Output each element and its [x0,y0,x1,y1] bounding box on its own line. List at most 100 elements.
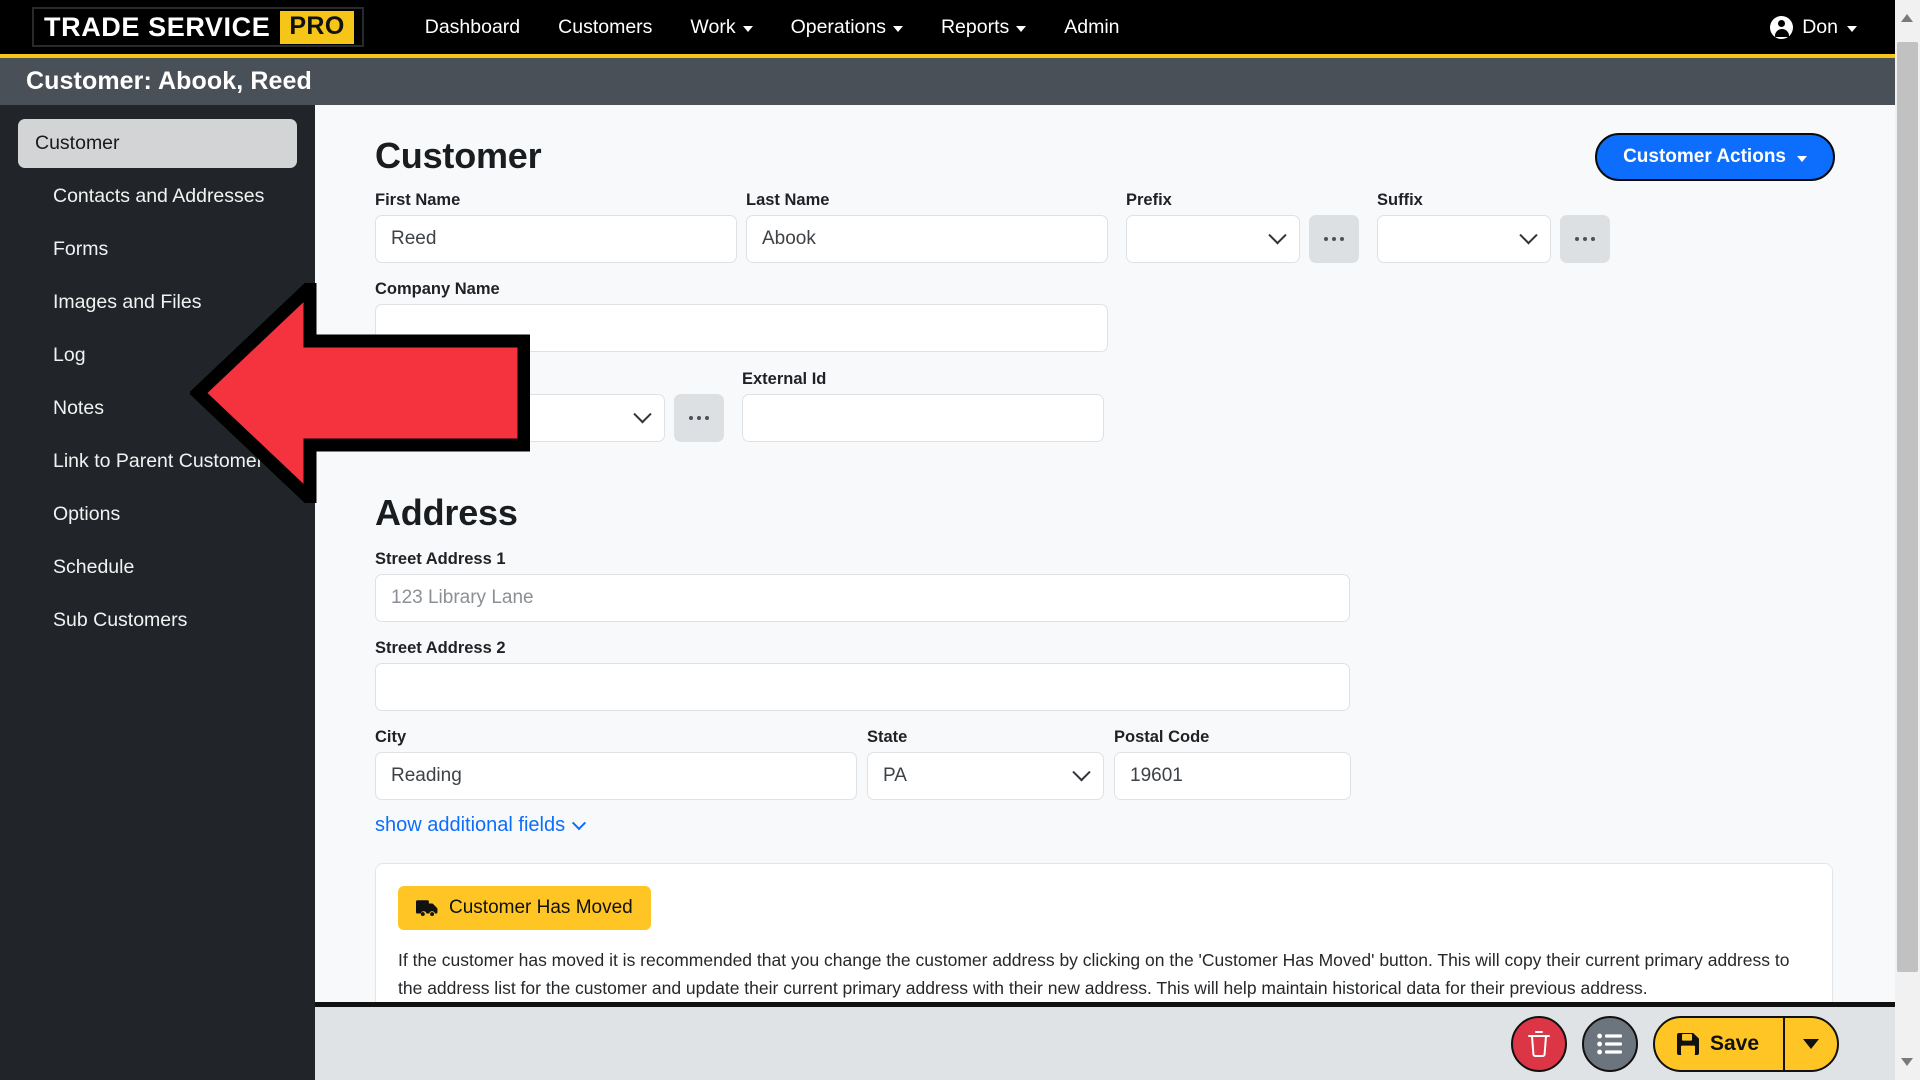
ellipsis-icon [1323,236,1329,242]
prefix-more-button[interactable] [1309,215,1359,263]
page-titlebar: Customer: Abook, Reed [0,58,1895,105]
sidebar-item-images-and-files[interactable]: Images and Files [18,278,297,327]
brand-name: TRADE SERVICE [44,11,271,42]
company-name-group: Company Name [375,280,1108,352]
chevron-down-icon [1519,225,1538,244]
ellipsis-icon [696,415,702,421]
sidebar-item-sub-customers[interactable]: Sub Customers [18,596,297,645]
nav-link-label: Dashboard [424,15,521,38]
sidebar-item-label: Contacts and Addresses [53,185,265,207]
delete-button[interactable] [1510,1015,1567,1072]
state-select-value: PA [883,765,907,786]
ellipsis-icon [1590,236,1596,242]
external-id-input[interactable] [742,394,1104,442]
ellipsis-icon [1582,236,1588,242]
street1-group: Street Address 1 [375,550,1350,622]
prefix-label: Prefix [1126,191,1172,209]
suffix-select[interactable] [1377,215,1551,263]
last-name-input[interactable] [746,215,1108,263]
sidebar-item-schedule[interactable]: Schedule [18,543,297,592]
nav-link-reports[interactable]: Reports [922,8,1045,47]
nav-link-label: Reports [940,15,1010,38]
sidebar-item-label: Sub Customers [53,609,188,631]
chevron-down-icon [1797,155,1807,162]
top-navbar: TRADE SERVICE PRO Dashboard Customers Work… [0,0,1895,58]
customer-type-more-button[interactable] [674,394,724,442]
floppy-save-icon [1676,1032,1699,1055]
sidebar-item-label: Customer [35,132,120,154]
chevron-down-icon [572,815,587,830]
nav-link-label: Work [690,15,736,38]
customer-type-select[interactable] [375,394,665,442]
ellipsis-icon [1574,236,1580,242]
chevron-down-icon [742,25,753,32]
show-additional-fields-toggle[interactable]: show additional fields [375,814,587,837]
last-name-label: Last Name [746,191,830,209]
scrollbar-thumb[interactable] [1897,42,1918,972]
user-menu[interactable]: Don [1770,15,1857,39]
sidebar-item-options[interactable]: Options [18,490,297,539]
nav-links: Dashboard Customers Work Operations Reports A… [406,8,1139,47]
suffix-more-button[interactable] [1560,215,1610,263]
customer-has-moved-label: Customer Has Moved [449,897,633,918]
sidebar-item-log[interactable]: Log [18,331,297,380]
caret-down-icon [1803,1038,1819,1049]
sidebar-nav: Customer Contacts and Addresses Forms Image… [0,105,315,1080]
customer-has-moved-card: Customer Has Moved If the customer has m… [375,863,1833,1002]
customer-actions-label: Customer Actions [1623,146,1786,167]
street-address-1-label: Street Address 1 [375,550,506,568]
user-menu-label: Don [1802,15,1838,38]
save-dropdown-button[interactable] [1783,1017,1837,1070]
customer-has-moved-button[interactable]: Customer Has Moved [398,886,651,930]
sidebar-item-customer[interactable]: Customer [18,119,297,168]
save-button-label: Save [1709,1031,1759,1055]
nav-link-customers[interactable]: Customers [539,8,671,47]
nav-link-admin[interactable]: Admin [1045,8,1138,47]
sidebar-item-contacts-and-addresses[interactable]: Contacts and Addresses [18,172,297,221]
sidebar-item-link-to-parent-customer[interactable]: Link to Parent Customer [18,437,297,486]
save-button[interactable]: Save [1655,1018,1783,1070]
trash-icon [1527,1030,1550,1057]
chevron-down-icon [1268,225,1287,244]
city-label: City [375,728,407,746]
list-view-button[interactable] [1581,1015,1638,1072]
nav-link-label: Operations [790,15,886,38]
sidebar-item-forms[interactable]: Forms [18,225,297,274]
prefix-select[interactable] [1126,215,1300,263]
nav-link-label: Customers [558,15,653,38]
sidebar-item-label: Images and Files [53,291,202,313]
truck-icon [416,899,438,916]
street-address-2-input[interactable] [375,663,1350,711]
brand-pro-badge: PRO [280,10,354,44]
state-label: State [867,728,908,746]
suffix-label: Suffix [1377,191,1423,209]
page-title: Customer: Abook, Reed [26,67,312,95]
brand-logo[interactable]: TRADE SERVICE PRO [32,7,364,47]
page-scrollbar[interactable] [1895,0,1920,1080]
main-content: Customer Actions Customer First Name Las… [315,105,1895,1002]
city-input[interactable] [375,752,857,800]
list-icon [1597,1033,1622,1054]
customer-has-moved-description: If the customer has moved it is recommen… [398,950,1790,999]
company-name-input[interactable] [375,304,1108,352]
nav-link-work[interactable]: Work [671,8,771,47]
bottom-action-bar: Save [315,1002,1895,1080]
sidebar-item-notes[interactable]: Notes [18,384,297,433]
show-additional-fields-label: show additional fields [375,814,566,836]
save-button-group[interactable]: Save [1652,1015,1839,1072]
chevron-down-icon [633,404,652,423]
external-id-label: External Id [742,370,827,388]
postal-code-input[interactable] [1114,752,1351,800]
nav-link-operations[interactable]: Operations [772,8,922,47]
state-select[interactable]: PA [867,752,1104,800]
street-address-1-input[interactable] [375,574,1350,622]
sidebar-item-label: Notes [53,397,104,419]
address-section-heading: Address [375,492,518,533]
sidebar-item-label: Log [53,344,86,366]
scroll-up-arrow-icon[interactable] [1901,14,1913,22]
scroll-down-arrow-icon[interactable] [1901,1058,1913,1066]
nav-link-dashboard[interactable]: Dashboard [406,8,539,47]
first-name-input[interactable] [375,215,737,263]
ellipsis-icon [704,415,710,421]
customer-actions-button[interactable]: Customer Actions [1595,133,1835,181]
